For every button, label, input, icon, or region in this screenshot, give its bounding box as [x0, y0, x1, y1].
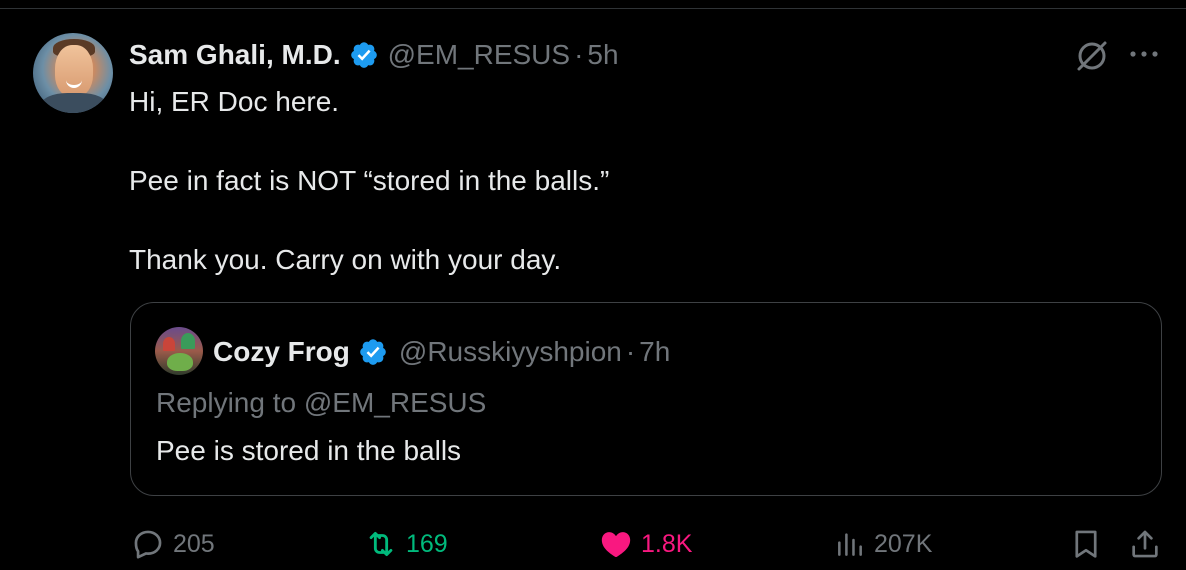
author-name[interactable]: Sam Ghali, M.D.: [129, 39, 341, 71]
tweet-text-line-1: Hi, ER Doc here.: [129, 86, 340, 117]
quoted-header-separator: ·: [625, 336, 636, 367]
quoted-tweet-timestamp[interactable]: 7h: [639, 336, 670, 368]
share-icon: [1132, 530, 1158, 558]
verified-badge-icon[interactable]: [349, 40, 379, 70]
quoted-tweet-text: Pee is stored in the balls: [156, 435, 462, 466]
replying-to-label: Replying to @EM_RESUS: [156, 387, 487, 418]
verified-badge-icon[interactable]: [358, 337, 388, 367]
avatar-dome-left: [163, 337, 175, 351]
top-divider: [0, 8, 1186, 9]
views-button[interactable]: 207K: [834, 524, 932, 564]
author-handle[interactable]: @EM_RESUS: [388, 39, 570, 71]
quoted-author-handle[interactable]: @Russkiyyshpion: [399, 336, 622, 368]
views-icon: [838, 533, 862, 556]
tweet-header: Sam Ghali, M.D. @EM_RESUS · 5h: [129, 36, 619, 74]
like-button[interactable]: 1.8K: [599, 524, 692, 564]
tweet-text-line-3: Thank you. Carry on with your day.: [129, 244, 562, 275]
retweet-icon: [369, 531, 393, 557]
quoted-tweet-header: Cozy Frog @Russkiyyshpion · 7h: [213, 332, 670, 372]
grok-icon[interactable]: [1074, 38, 1110, 74]
bookmark-button[interactable]: [1069, 524, 1103, 564]
tweet-timestamp[interactable]: 5h: [587, 39, 618, 71]
quoted-author-avatar[interactable]: [155, 327, 203, 375]
header-separator: ·: [574, 39, 584, 70]
reply-count: 205: [173, 529, 215, 558]
reply-button[interactable]: 205: [131, 524, 215, 564]
quoted-tweet[interactable]: Cozy Frog @Russkiyyshpion · 7h Replying …: [130, 302, 1162, 496]
avatar-shirt: [41, 93, 107, 113]
avatar-face: [55, 45, 93, 97]
retweet-count: 169: [406, 529, 448, 558]
like-count: 1.8K: [641, 529, 693, 558]
tweet-text: Hi, ER Doc here. Pee in fact is NOT “sto…: [129, 82, 609, 280]
quoted-author-name[interactable]: Cozy Frog: [213, 336, 350, 368]
share-button[interactable]: [1128, 524, 1162, 564]
tweet-actions-bar: 205 169 1.8K 207K: [0, 524, 1186, 564]
tweet-text-line-2: Pee in fact is NOT “stored in the balls.…: [129, 165, 610, 196]
author-avatar[interactable]: [33, 33, 113, 113]
bookmark-icon: [1075, 530, 1097, 558]
avatar-frog: [167, 353, 193, 371]
views-count: 207K: [874, 529, 933, 558]
retweet-button[interactable]: 169: [364, 524, 448, 564]
reply-icon: [134, 530, 162, 559]
heart-icon: [601, 532, 631, 558]
avatar-dome-right: [181, 333, 195, 349]
more-icon[interactable]: [1127, 42, 1161, 66]
